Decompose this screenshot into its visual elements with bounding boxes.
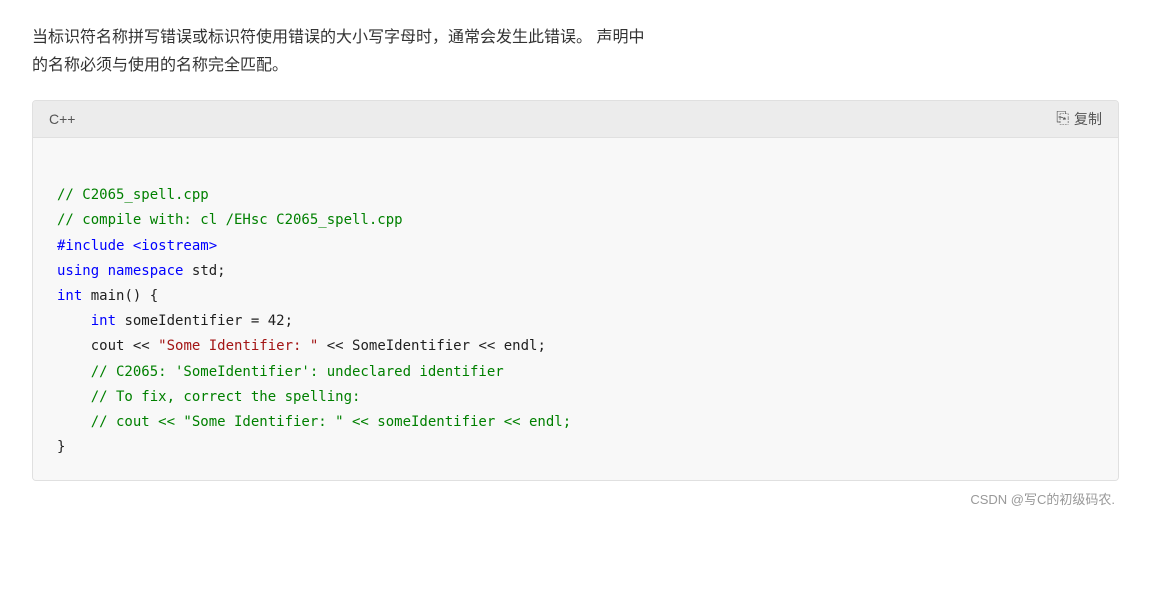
copy-label: 复制 — [1074, 109, 1102, 129]
code-block-body: // C2065_spell.cpp // compile with: cl /… — [33, 138, 1118, 480]
code-line — [57, 158, 1094, 183]
code-line-main: int main() { — [57, 284, 1094, 309]
description-line1: 当标识符名称拼写错误或标识符使用错误的大小写字母时，通常会发生此错误。 声明中 — [32, 29, 644, 46]
code-block-wrapper: C++ ⎘ 复制 // C2065_spell.cpp // compile w… — [32, 100, 1119, 481]
code-line-intvar: int someIdentifier = 42; — [57, 309, 1094, 334]
code-line-fix: // cout << "Some Identifier: " << someId… — [57, 410, 1094, 435]
code-block-header: C++ ⎘ 复制 — [33, 101, 1118, 138]
page-container: 当标识符名称拼写错误或标识符使用错误的大小写字母时，通常会发生此错误。 声明中 … — [0, 0, 1151, 598]
description-line2: 的名称必须与使用的名称完全匹配。 — [32, 57, 288, 74]
code-line-brace: } — [57, 435, 1094, 460]
code-line-tofix: // To fix, correct the spelling: — [57, 385, 1094, 410]
copy-button[interactable]: ⎘ 复制 — [1056, 109, 1102, 129]
code-line-cout: cout << "Some Identifier: " << SomeIdent… — [57, 334, 1094, 359]
code-line-using: using namespace std; — [57, 259, 1094, 284]
watermark: CSDN @写C的初级码农. — [32, 489, 1119, 508]
code-line-c2065: // C2065: 'SomeIdentifier': undeclared i… — [57, 360, 1094, 385]
code-content: // C2065_spell.cpp // compile with: cl /… — [57, 158, 1094, 460]
copy-icon: ⎘ — [1056, 110, 1069, 128]
description-block: 当标识符名称拼写错误或标识符使用错误的大小写字母时，通常会发生此错误。 声明中 … — [32, 24, 1119, 80]
code-line-comment1: // C2065_spell.cpp — [57, 183, 1094, 208]
code-lang-label: C++ — [49, 111, 75, 127]
code-line-include: #include <iostream> — [57, 234, 1094, 259]
code-line-comment2: // compile with: cl /EHsc C2065_spell.cp… — [57, 208, 1094, 233]
